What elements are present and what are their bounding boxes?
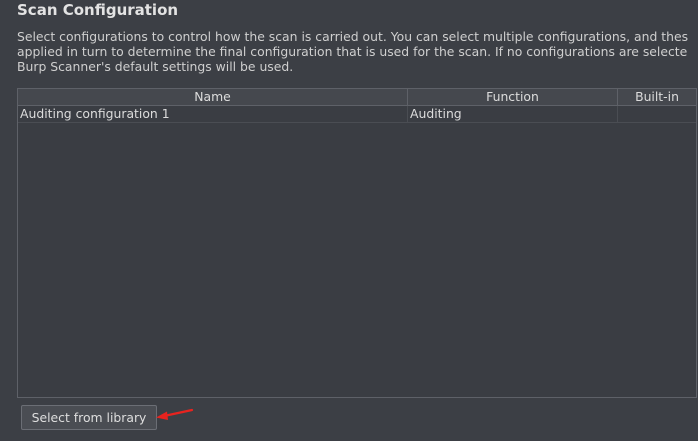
section-title: Scan Configuration (17, 1, 179, 19)
annotation-arrow-icon (156, 408, 194, 420)
cell-name: Auditing configuration 1 (18, 106, 408, 122)
table-row[interactable]: Auditing configuration 1 Auditing (18, 106, 696, 123)
description-line-1: Select configurations to control how the… (17, 29, 689, 44)
cell-function: Auditing (408, 106, 618, 122)
description-line-3: Burp Scanner's default settings will be … (17, 59, 294, 74)
section-description: Select configurations to control how the… (17, 29, 698, 74)
description-line-2: applied in turn to determine the final c… (17, 44, 688, 59)
table-header: Name Function Built-in (18, 89, 696, 106)
cell-built-in (618, 106, 696, 122)
column-header-built-in[interactable]: Built-in (618, 89, 696, 105)
column-header-function[interactable]: Function (408, 89, 618, 105)
select-from-library-button[interactable]: Select from library (21, 405, 157, 430)
column-header-name[interactable]: Name (18, 89, 408, 105)
configurations-table[interactable]: Name Function Built-in Auditing configur… (17, 88, 697, 398)
